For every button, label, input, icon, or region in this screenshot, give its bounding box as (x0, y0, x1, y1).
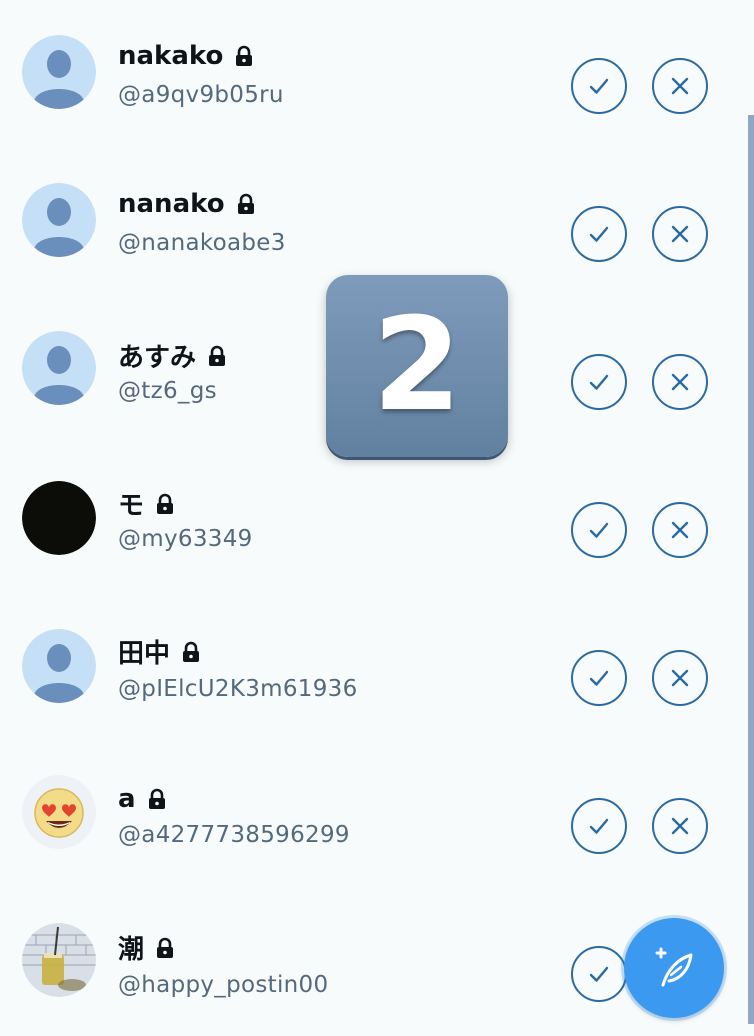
lock-icon (209, 345, 226, 366)
photo-avatar[interactable] (22, 923, 96, 997)
user-handle: @tz6_gs (118, 378, 217, 404)
user-name: 潮 (118, 935, 145, 965)
reject-button[interactable] (652, 502, 708, 558)
lock-icon (237, 193, 254, 214)
lock-icon (157, 937, 174, 958)
black-circle-avatar[interactable] (22, 481, 96, 555)
reject-button[interactable] (652, 354, 708, 410)
default-avatar-icon[interactable] (22, 183, 96, 257)
user-name: nanako (118, 189, 225, 219)
lock-icon (148, 788, 165, 809)
user-name: a (118, 784, 136, 814)
follow-request-row: モ @my63349 (0, 444, 754, 592)
reject-button[interactable] (652, 206, 708, 262)
follow-request-row: 田中 @pIElcU2K3m61936 (0, 592, 754, 740)
check-icon (589, 374, 609, 390)
reject-button[interactable] (652, 58, 708, 114)
user-name: nakako (118, 41, 224, 71)
close-icon (671, 77, 689, 95)
user-handle: @nanakoabe3 (118, 230, 286, 256)
user-handle: @a4277738596299 (118, 822, 350, 848)
check-icon (589, 522, 609, 538)
reject-button[interactable] (652, 650, 708, 706)
accept-button[interactable] (571, 502, 627, 558)
user-name: 田中 (118, 639, 171, 669)
close-icon (671, 225, 689, 243)
number-overlay-badge: 2 (326, 275, 508, 457)
check-icon (589, 78, 609, 94)
accept-button[interactable] (571, 206, 627, 262)
lock-icon (183, 641, 200, 662)
default-avatar-icon[interactable] (22, 35, 96, 109)
lock-icon (236, 45, 253, 66)
accept-button[interactable] (571, 58, 627, 114)
close-icon (671, 521, 689, 539)
user-name: モ (118, 491, 145, 521)
close-icon (671, 373, 689, 391)
user-handle: @happy_postin00 (118, 972, 329, 998)
user-name: あすみ (118, 343, 197, 373)
accept-button[interactable] (571, 650, 627, 706)
check-icon (589, 670, 609, 686)
heart-eyes-emoji-avatar[interactable] (22, 775, 96, 849)
check-icon (589, 226, 609, 242)
reject-button[interactable] (652, 798, 708, 854)
user-handle: @my63349 (118, 526, 253, 552)
follow-request-row: nakako @a9qv9b05ru (0, 0, 754, 148)
check-icon (589, 966, 609, 982)
follow-request-row: nanako @nanakoabe3 (0, 148, 754, 296)
follow-request-row: a @a4277738596299 (0, 740, 754, 888)
user-handle: @a9qv9b05ru (118, 82, 284, 108)
default-avatar-icon[interactable] (22, 331, 96, 405)
check-icon (589, 818, 609, 834)
accept-button[interactable] (571, 946, 627, 1002)
overlay-number: 2 (372, 291, 462, 440)
accept-button[interactable] (571, 354, 627, 410)
close-icon (671, 817, 689, 835)
user-handle: @pIElcU2K3m61936 (118, 676, 358, 702)
compose-feather-icon (655, 947, 693, 987)
compose-button[interactable] (624, 918, 724, 1018)
close-icon (671, 669, 689, 687)
lock-icon (157, 493, 174, 514)
accept-button[interactable] (571, 798, 627, 854)
default-avatar-icon[interactable] (22, 629, 96, 703)
